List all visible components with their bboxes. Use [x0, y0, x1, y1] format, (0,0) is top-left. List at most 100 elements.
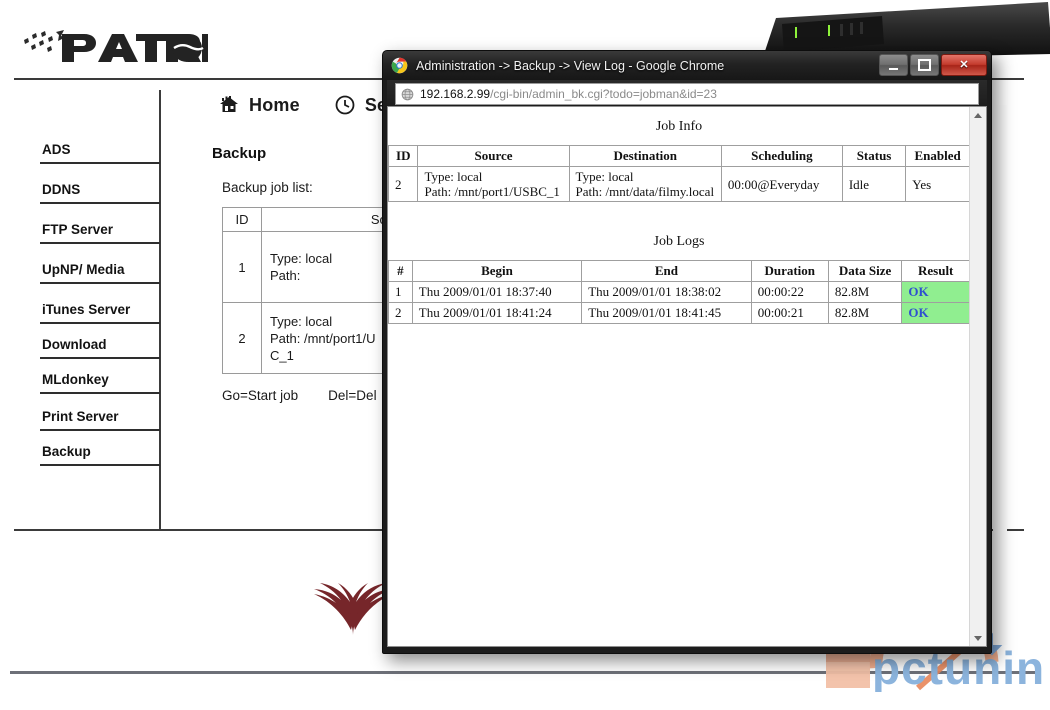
sidebar-label: UpNP/ Media — [42, 262, 125, 277]
job-logs-table: # Begin End Duration Data Size Result 1 — [388, 260, 970, 324]
sidebar-label: iTunes Server — [42, 302, 131, 317]
cell-begin: Thu 2009/01/01 18:41:24 — [411, 302, 583, 324]
url-path: /cgi-bin/admin_bk.cgi?todo=jobman&id=23 — [490, 87, 717, 101]
sidebar-label: DDNS — [42, 182, 81, 197]
col-destination: Destination — [568, 145, 722, 167]
cell-number: 2 — [388, 302, 413, 324]
screen: Home Set ADS DDNS FTP Server UpNP/ Media… — [0, 0, 1050, 710]
close-button[interactable]: ✕ — [941, 54, 987, 76]
source-type: Type: local — [424, 169, 483, 184]
sidebar-item-ads[interactable]: ADS — [40, 142, 160, 164]
sidebar-item-backup[interactable]: Backup — [40, 444, 160, 466]
patriot-logo — [18, 28, 208, 68]
sidebar-item-upnp-media[interactable]: UpNP/ Media — [40, 262, 160, 284]
cell-duration: 00:00:21 — [750, 302, 829, 324]
address-bar[interactable]: 192.168.2.99/cgi-bin/admin_bk.cgi?todo=j… — [395, 83, 979, 105]
cell-result: OK — [901, 281, 970, 303]
window-frame: Administration -> Backup -> View Log - G… — [382, 50, 992, 654]
job-info-title: Job Info — [655, 119, 703, 134]
page-right-edge — [993, 105, 1007, 645]
cell-result: OK — [901, 302, 970, 324]
col-source: Source — [417, 145, 570, 167]
maximize-button[interactable] — [910, 54, 939, 76]
minimize-button[interactable] — [879, 54, 908, 76]
cell-number: 1 — [388, 281, 413, 303]
result-link[interactable]: OK — [908, 284, 928, 299]
report-page: Job Info ID Source Destination Schedulin… — [388, 107, 970, 646]
window-title: Administration -> Backup -> View Log - G… — [416, 58, 725, 73]
nav-item-home[interactable]: Home — [218, 94, 300, 116]
window-controls: ✕ — [879, 54, 987, 76]
cell-enabled: Yes — [905, 166, 970, 202]
sidebar-item-download[interactable]: Download — [40, 337, 160, 359]
sidebar-label: FTP Server — [42, 222, 114, 237]
cell-data-size: 82.8M — [827, 302, 903, 324]
sidebar-item-ddns[interactable]: DDNS — [40, 182, 160, 204]
col-result: Result — [901, 260, 970, 282]
job-info-table: ID Source Destination Scheduling Status … — [388, 145, 970, 202]
sidebar-label: Print Server — [42, 409, 119, 424]
chrome-window: Administration -> Backup -> View Log - G… — [382, 50, 992, 654]
sidebar: ADS DDNS FTP Server UpNP/ Media iTunes S… — [40, 142, 160, 466]
col-id: ID — [388, 145, 419, 167]
minimize-icon — [889, 67, 898, 70]
chevron-up-icon — [974, 112, 982, 118]
cell-begin: Thu 2009/01/01 18:37:40 — [411, 281, 583, 303]
scroll-down-button[interactable] — [970, 630, 986, 646]
cell-duration: 00:00:22 — [750, 281, 829, 303]
legend-del: Del=Del — [328, 388, 377, 403]
cell-id: 1 — [222, 231, 262, 303]
top-navigation: Home Set — [218, 88, 393, 122]
sidebar-label: ADS — [42, 142, 71, 157]
sidebar-item-print-server[interactable]: Print Server — [40, 409, 160, 431]
sidebar-item-mldonkey[interactable]: MLdonkey — [40, 372, 160, 394]
sidebar-label: MLdonkey — [42, 372, 109, 387]
col-status: Status — [841, 145, 907, 167]
col-number: # — [388, 260, 413, 282]
source-path: Path: /mnt/port1/USBC_1 — [424, 184, 560, 199]
col-end: End — [581, 260, 752, 282]
result-link[interactable]: OK — [908, 305, 928, 320]
cell-scheduling: 00:00@Everyday — [720, 166, 843, 202]
table-row: 2 Type: local Path: /mnt/port1/USBC_1 Ty… — [388, 166, 970, 202]
col-enabled: Enabled — [905, 145, 970, 167]
table-row: 2 Thu 2009/01/01 18:41:24 Thu 2009/01/01… — [388, 302, 970, 324]
scroll-up-button[interactable] — [970, 107, 986, 123]
chevron-down-icon — [974, 635, 982, 641]
url-text: 192.168.2.99/cgi-bin/admin_bk.cgi?todo=j… — [420, 87, 717, 101]
chrome-icon — [391, 57, 408, 74]
job-logs-title: Job Logs — [653, 234, 705, 249]
browser-viewport: Job Info ID Source Destination Schedulin… — [387, 106, 987, 647]
table-header-row: ID Source Destination Scheduling Status … — [388, 145, 970, 167]
cell-end: Thu 2009/01/01 18:38:02 — [581, 281, 752, 303]
cell-id: 2 — [222, 302, 262, 374]
house-icon — [220, 96, 238, 112]
destination-path: Path: /mnt/data/filmy.local — [575, 184, 715, 199]
close-icon: ✕ — [959, 58, 969, 71]
globe-icon — [401, 88, 414, 100]
legend-go: Go=Start job — [222, 388, 299, 403]
browser-toolbar: 192.168.2.99/cgi-bin/admin_bk.cgi?todo=j… — [387, 80, 987, 105]
cell-source: Type: local Path: /mnt/port1/USBC_1 — [417, 166, 570, 202]
vertical-scrollbar[interactable] — [969, 107, 986, 646]
col-data-size: Data Size — [827, 260, 903, 282]
table-header-row: # Begin End Duration Data Size Result — [388, 260, 970, 282]
maximize-icon — [918, 59, 931, 71]
clock-icon — [335, 95, 355, 115]
nav-home-label: Home — [249, 94, 300, 115]
col-begin: Begin — [411, 260, 583, 282]
sidebar-label: Download — [42, 337, 107, 352]
sidebar-item-itunes-server[interactable]: iTunes Server — [40, 302, 160, 324]
col-id: ID — [222, 207, 262, 232]
url-host: 192.168.2.99 — [420, 87, 491, 101]
sidebar-label: Backup — [42, 444, 91, 459]
table-row: 1 Thu 2009/01/01 18:37:40 Thu 2009/01/01… — [388, 281, 970, 303]
cell-id: 2 — [388, 166, 419, 202]
cell-data-size: 82.8M — [827, 281, 903, 303]
cell-destination: Type: local Path: /mnt/data/filmy.local — [568, 166, 722, 202]
cell-end: Thu 2009/01/01 18:41:45 — [581, 302, 752, 324]
sidebar-item-ftp-server[interactable]: FTP Server — [40, 222, 160, 244]
window-titlebar[interactable]: Administration -> Backup -> View Log - G… — [383, 51, 991, 80]
col-duration: Duration — [750, 260, 829, 282]
destination-type: Type: local — [575, 169, 634, 184]
